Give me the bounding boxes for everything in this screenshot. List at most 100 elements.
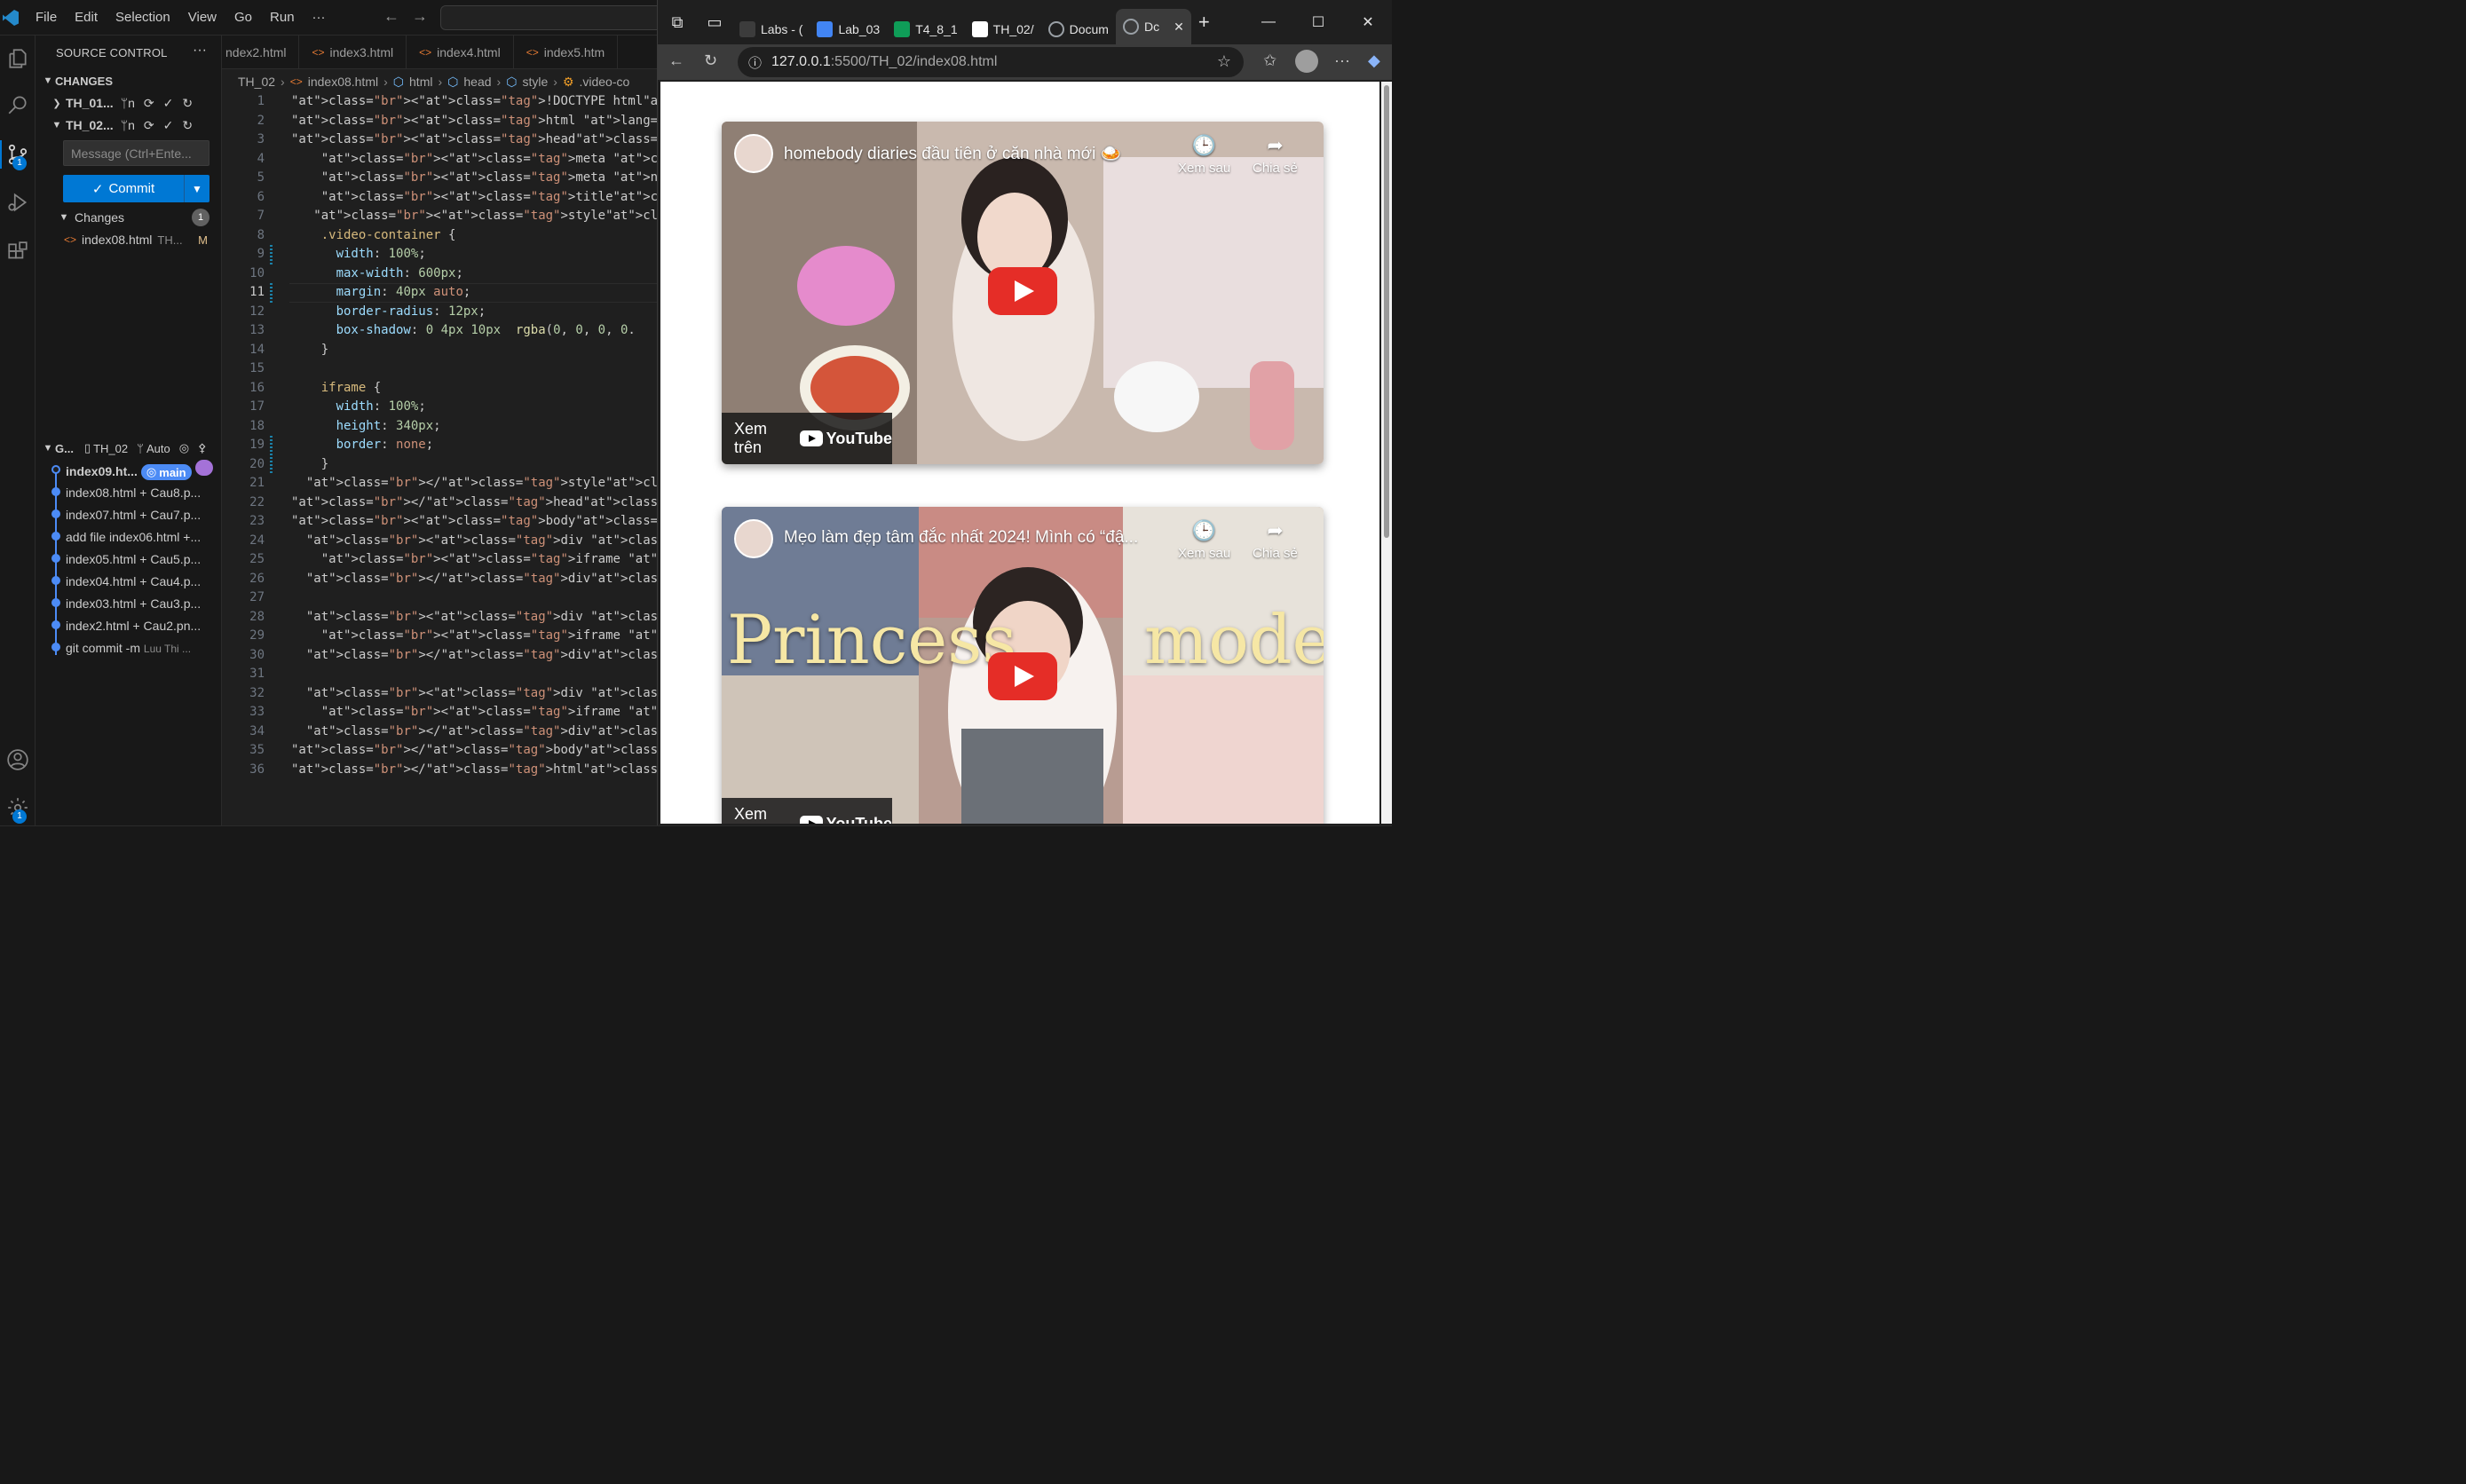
changed-file-row[interactable]: <> index08.html TH... M — [36, 229, 222, 250]
more-menu-icon[interactable]: ··· — [1334, 51, 1350, 70]
code-line[interactable]: } — [291, 455, 328, 475]
search-icon[interactable] — [0, 85, 36, 124]
code-line[interactable]: "at">class="br"><"at">class="tag">head"a… — [291, 130, 703, 150]
graph-commit-row[interactable]: index09.ht... ◎ main — [36, 459, 222, 481]
favorites-icon[interactable]: ✩ — [1263, 51, 1276, 70]
channel-avatar[interactable] — [734, 134, 773, 173]
code-line[interactable]: "at">class="br"><"at">class="tag">body"a… — [291, 512, 703, 532]
browser-tab[interactable]: Dc ✕ — [1115, 9, 1191, 44]
breadcrumb-item[interactable]: .video-co — [579, 75, 629, 89]
share-button[interactable]: ➦ Chia sẻ — [1253, 519, 1298, 561]
forward-arrow-icon[interactable]: → — [412, 7, 428, 26]
minimize-icon[interactable]: — — [1244, 14, 1293, 30]
code-line[interactable]: border: none; — [291, 436, 434, 455]
extensions-icon[interactable] — [0, 233, 36, 272]
watch-on-youtube-bar[interactable]: Xem trên YouTube — [722, 798, 892, 824]
menu-view[interactable]: View — [179, 0, 225, 36]
repo-row-th02[interactable]: ▼ TH_02... ᛘn ⟳ ✓ ↻ — [36, 114, 222, 136]
watch-on-youtube-bar[interactable]: Xem trên YouTube — [722, 413, 892, 464]
breadcrumb-item[interactable]: TH_02 — [238, 75, 275, 89]
video-title[interactable]: Mẹo làm đẹp tâm đắc nhất 2024! Mình có “… — [784, 528, 1138, 548]
code-line[interactable]: "at">class="br"></"at">class="tag">body"… — [291, 741, 710, 761]
maximize-icon[interactable]: ☐ — [1293, 13, 1343, 31]
graph-commit-row[interactable]: git commit -m Luu Thi ... — [36, 636, 222, 659]
browser-tab[interactable]: Labs - ( — [732, 14, 810, 44]
target-icon[interactable]: ◎ — [179, 441, 189, 455]
watch-later-button[interactable]: 🕒 Xem sau — [1178, 134, 1230, 176]
account-icon[interactable] — [0, 740, 36, 779]
code-line[interactable]: box-shadow: 0 4px 10px rgba(0, 0, 0, 0. — [291, 321, 636, 341]
graph-commit-row[interactable]: add file index06.html +... — [36, 525, 222, 548]
reload-icon[interactable]: ↻ — [704, 51, 717, 70]
watch-later-button[interactable]: 🕒 Xem sau — [1178, 519, 1230, 561]
tab-index4[interactable]: <> index4.html — [407, 36, 514, 69]
commit-button[interactable]: ✓ Commit ▼ — [63, 175, 209, 202]
breadcrumb-item[interactable]: head — [463, 75, 491, 89]
browser-tab[interactable]: Docum — [1041, 14, 1116, 44]
graph-commit-row[interactable]: index05.html + Cau5.p... — [36, 548, 222, 570]
fetch-icon[interactable]: ⚴ — [198, 441, 207, 455]
menu-file[interactable]: File — [27, 0, 66, 36]
address-bar[interactable]: ⓘ 127.0.0.1:5500/TH_02/index08.html ☆ — [738, 47, 1244, 77]
breadcrumb-item[interactable]: index08.html — [308, 75, 378, 89]
repo-row-th01[interactable]: ❯ TH_01... ᛘn ⟳ ✓ ↻ — [36, 92, 222, 114]
sync-icon[interactable]: ⟳ — [144, 96, 154, 111]
commit-message-input[interactable]: Message (Ctrl+Ente... — [63, 140, 209, 166]
panel-more-icon[interactable]: ··· — [193, 43, 207, 59]
close-tab-icon[interactable]: ✕ — [1174, 20, 1184, 35]
code-line[interactable]: iframe { — [291, 379, 381, 399]
graph-commit-row[interactable]: index03.html + Cau3.p... — [36, 592, 222, 614]
back-arrow-icon[interactable]: ← — [668, 51, 684, 70]
page-scrollbar[interactable] — [1381, 82, 1392, 824]
share-button[interactable]: ➦ Chia sẻ — [1253, 134, 1298, 176]
code-line[interactable]: "at">class="br"></"at">class="tag">html"… — [291, 761, 710, 780]
code-line[interactable]: .video-container { — [291, 226, 456, 246]
check-icon[interactable]: ✓ — [163, 96, 174, 111]
tab-index5[interactable]: <> index5.htm — [514, 36, 619, 69]
new-tab-plus-icon[interactable]: + — [1198, 11, 1210, 34]
info-icon[interactable]: ⓘ — [748, 53, 762, 72]
menu-go[interactable]: Go — [225, 0, 261, 36]
menu-edit[interactable]: Edit — [66, 0, 107, 36]
graph-commit-row[interactable]: index08.html + Cau8.p... — [36, 481, 222, 503]
code-line[interactable]: max-width: 600px; — [291, 264, 463, 284]
refresh-icon[interactable]: ↻ — [182, 96, 193, 111]
channel-avatar[interactable] — [734, 519, 773, 558]
code-line[interactable]: height: 340px; — [291, 417, 441, 437]
run-debug-icon[interactable] — [0, 183, 36, 222]
close-window-icon[interactable]: ✕ — [1343, 13, 1392, 31]
branch-icon[interactable]: ᛘn — [121, 96, 135, 111]
video-embed-2[interactable]: Princess mode Mẹo làm đẹp tâm đắc nhất 2… — [722, 507, 1324, 824]
branch-icon[interactable]: ᛘn — [121, 118, 135, 133]
menu-selection[interactable]: Selection — [107, 0, 179, 36]
code-line[interactable]: border-radius: 12px; — [291, 303, 486, 322]
play-button-icon[interactable] — [988, 652, 1057, 700]
graph-header[interactable]: ▼ G... ▯ TH_02 ᛘ Auto ◎ ⚴ — [36, 438, 222, 459]
browser-tab[interactable]: T4_8_1 — [887, 14, 964, 44]
graph-commit-row[interactable]: index04.html + Cau4.p... — [36, 570, 222, 592]
menu-more[interactable]: ··· — [304, 0, 335, 36]
workspaces-icon[interactable]: ⧉ — [658, 13, 697, 32]
copilot-icon[interactable]: ◆ — [1368, 51, 1380, 70]
code-line[interactable]: width: 100%; — [291, 245, 426, 264]
graph-commit-row[interactable]: index2.html + Cau2.pn... — [36, 614, 222, 636]
code-editor[interactable]: 1 "at">class="br"><"at">class="tag">!DOCT… — [222, 92, 1227, 838]
graph-commit-row[interactable]: index07.html + Cau7.p... — [36, 503, 222, 525]
code-line[interactable]: "at">class="br"></"at">class="tag">head"… — [291, 493, 710, 513]
sync-icon[interactable]: ⟳ — [144, 118, 154, 133]
breadcrumb-item[interactable]: html — [409, 75, 432, 89]
back-arrow-icon[interactable]: ← — [383, 7, 399, 26]
graph-mode[interactable]: Auto — [146, 442, 170, 455]
check-icon[interactable]: ✓ — [163, 118, 174, 133]
code-line[interactable]: } — [291, 341, 328, 360]
code-line[interactable]: "at">class="br"></"at">class="tag">div"a… — [291, 570, 718, 589]
source-control-icon[interactable]: 1 — [0, 135, 36, 174]
refresh-icon[interactable]: ↻ — [182, 118, 193, 133]
menu-run[interactable]: Run — [261, 0, 304, 36]
changes-section-header[interactable]: ▼ CHANGES — [36, 70, 222, 91]
video-embed-1[interactable]: homebody diaries đầu tiên ở căn nhà mới … — [722, 122, 1324, 464]
breadcrumb-item[interactable]: style — [522, 75, 548, 89]
command-center[interactable] — [440, 5, 671, 30]
tab-index3[interactable]: <> index3.html — [299, 36, 407, 69]
code-line[interactable]: "at">class="br"></"at">class="tag">div"a… — [291, 646, 718, 666]
